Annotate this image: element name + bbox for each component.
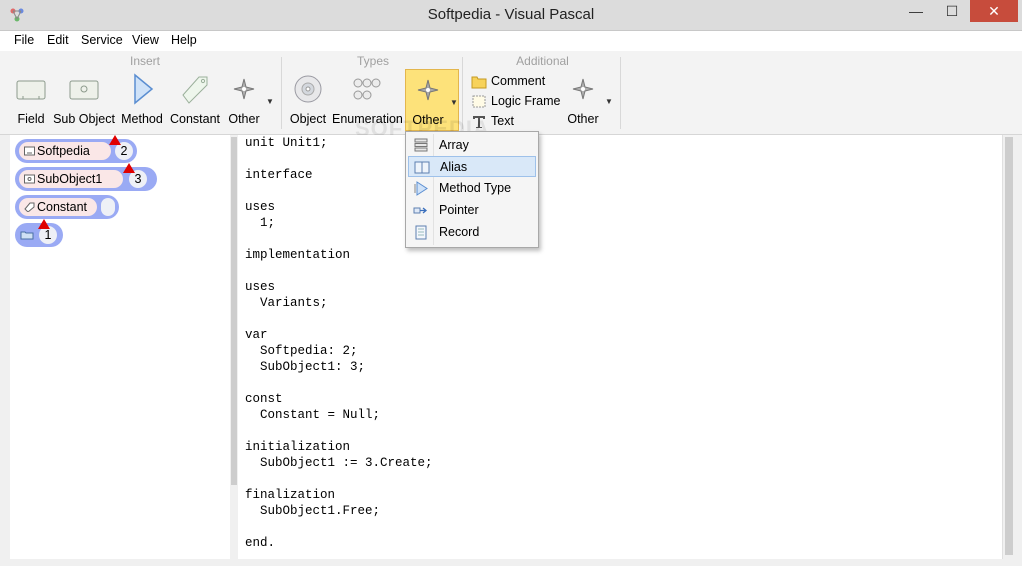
bottom-edge — [0, 559, 1022, 566]
node-icon-pill[interactable] — [17, 226, 37, 244]
structure-panel: Softpedia 2 SubObject1 3 Constant 1 — [10, 135, 230, 559]
insert-field-button[interactable]: Field — [12, 69, 50, 131]
window-title: Softpedia - Visual Pascal — [427, 6, 595, 23]
menu-service[interactable]: Service — [81, 33, 123, 47]
maximize-button[interactable]: ☐ — [934, 0, 970, 22]
shuriken-icon — [572, 78, 594, 100]
additional-other-button[interactable]: Other — [564, 69, 602, 131]
menu-view[interactable]: View — [132, 33, 159, 47]
app-window: Softpedia - Visual Pascal — ☐ ✕ File Edi… — [0, 0, 1022, 566]
close-button[interactable]: ✕ — [970, 0, 1018, 22]
types-object-button[interactable]: Object — [288, 69, 328, 131]
enumeration-dots-icon — [353, 78, 381, 100]
insert-method-button[interactable]: Method — [119, 69, 165, 131]
group-separator — [281, 57, 282, 129]
comment-folder-icon — [471, 76, 487, 89]
insert-other-button[interactable]: Other — [225, 69, 263, 131]
types-other-caret-icon[interactable]: ▼ — [450, 98, 458, 107]
array-icon — [414, 138, 428, 152]
group-label-insert: Insert — [129, 54, 160, 68]
menu-edit[interactable]: Edit — [47, 33, 69, 47]
scrollbar-thumb[interactable] — [231, 137, 237, 485]
shuriken-icon — [417, 79, 439, 101]
additional-logic-frame-button[interactable]: Logic Frame — [471, 92, 561, 111]
additional-other-caret-icon[interactable]: ▼ — [605, 97, 613, 106]
warning-marker-icon — [109, 135, 121, 145]
ribbon-toolbar: Insert Types Additional Field Sub Object… — [0, 51, 1022, 135]
additional-comment-button[interactable]: Comment — [471, 72, 561, 91]
field-icon — [16, 80, 46, 100]
warning-marker-icon — [123, 163, 135, 173]
title-bar: Softpedia - Visual Pascal — ☐ ✕ — [0, 0, 1022, 31]
tree-node[interactable]: Constant — [15, 195, 119, 219]
other-types-dropdown: Array Alias Method Type Pointer Record — [405, 131, 539, 248]
pointer-arrow-icon — [413, 207, 428, 214]
method-icon — [134, 73, 154, 105]
menu-item-pointer[interactable]: Pointer — [408, 200, 536, 221]
menu-item-array[interactable]: Array — [408, 135, 536, 156]
method-type-icon — [414, 181, 428, 196]
minimize-button[interactable]: — — [898, 0, 934, 22]
insert-other-caret-icon[interactable]: ▼ — [266, 97, 274, 106]
menu-item-method-type[interactable]: Method Type — [408, 178, 536, 199]
editor-scrollbar[interactable] — [1002, 135, 1022, 559]
logic-frame-icon — [472, 95, 486, 108]
record-icon — [415, 225, 427, 240]
subobject-icon — [24, 174, 35, 184]
constant-tag-icon — [182, 76, 208, 104]
scrollbar-thumb[interactable] — [1005, 137, 1013, 555]
code-editor[interactable]: unit Unit1; interface uses 1; implementa… — [238, 135, 1002, 559]
menu-help[interactable]: Help — [171, 33, 197, 47]
menu-file[interactable]: File — [14, 33, 34, 47]
constant-tag-icon — [24, 202, 35, 212]
node-name-pill[interactable]: Constant — [19, 198, 97, 216]
group-label-additional: Additional — [516, 54, 569, 68]
insert-subobject-button[interactable]: Sub Object — [53, 69, 115, 131]
menu-item-record[interactable]: Record — [408, 222, 536, 243]
shuriken-icon — [233, 78, 255, 100]
alias-icon — [414, 161, 430, 174]
left-panel-scrollbar[interactable] — [230, 135, 238, 559]
menu-item-alias[interactable]: Alias — [408, 156, 536, 177]
folder-icon — [20, 231, 34, 240]
node-name-pill[interactable]: SubObject1 — [19, 170, 123, 188]
node-name-pill[interactable]: Softpedia — [19, 142, 111, 160]
object-disc-icon — [294, 75, 322, 103]
group-label-types: Types — [356, 54, 389, 68]
tree-node[interactable]: SubObject1 3 — [15, 167, 157, 191]
subobject-icon — [69, 80, 99, 100]
field-icon — [24, 146, 35, 156]
group-separator — [620, 57, 621, 129]
insert-constant-button[interactable]: Constant — [169, 69, 221, 131]
menu-bar: File Edit Service View Help — [0, 31, 1022, 51]
warning-marker-icon — [38, 219, 50, 229]
node-value[interactable] — [101, 198, 115, 216]
